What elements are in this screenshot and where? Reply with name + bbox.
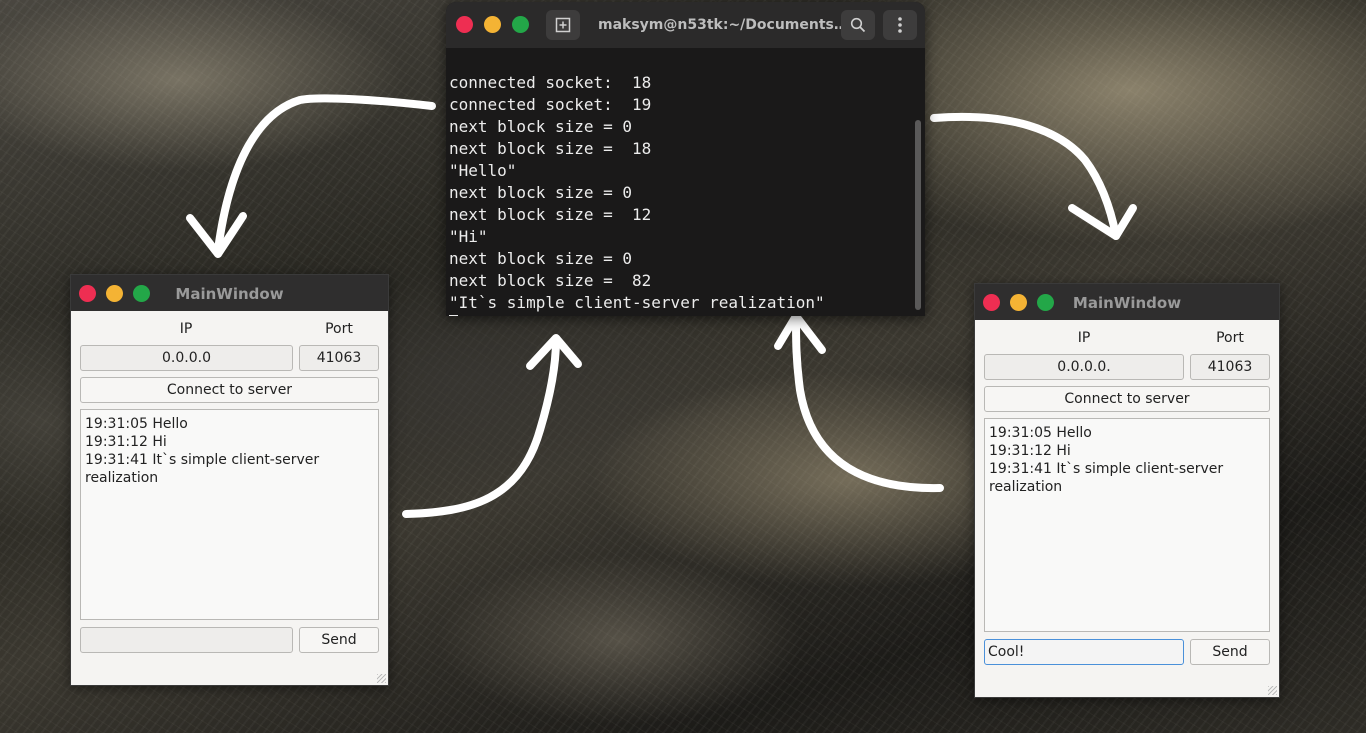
arrow-terminal-to-left	[214, 94, 436, 254]
arrowhead-right	[1068, 204, 1137, 240]
terminal-line: connected socket: 19	[449, 95, 652, 114]
new-tab-icon	[555, 17, 571, 33]
message-item: 19:31:05 Hello	[989, 425, 1092, 441]
connect-button[interactable]: Connect to server	[984, 386, 1270, 412]
port-field[interactable]: 41063	[299, 345, 379, 371]
ip-label: IP	[1077, 330, 1091, 346]
message-log[interactable]: 19:31:05 Hello 19:31:12 Hi 19:31:41 It`s…	[80, 409, 379, 620]
send-button[interactable]: Send	[1190, 639, 1270, 665]
close-button[interactable]	[456, 16, 473, 33]
message-item: 19:31:41 It`s simple client-server reali…	[85, 452, 320, 486]
terminal-line: next block size = 82	[449, 271, 652, 290]
arrowhead-terminal-bottom-right	[774, 312, 826, 354]
terminal-line: "It`s simple client-server realization"	[449, 293, 825, 312]
terminal-line: "Hello"	[449, 161, 517, 180]
maximize-button[interactable]	[512, 16, 529, 33]
arrow-right-to-terminal	[792, 314, 944, 493]
message-item: 19:31:12 Hi	[85, 434, 167, 450]
arrow-terminal-to-right	[930, 112, 1120, 240]
message-log[interactable]: 19:31:05 Hello 19:31:12 Hi 19:31:41 It`s…	[984, 418, 1270, 632]
kebab-menu-icon	[898, 17, 902, 33]
terminal-output[interactable]: connected socket: 18 connected socket: 19…	[446, 48, 925, 316]
message-item: 19:31:12 Hi	[989, 443, 1071, 459]
port-field[interactable]: 41063	[1190, 354, 1270, 380]
terminal-line: next block size = 0	[449, 117, 633, 136]
terminal-line: next block size = 0	[449, 249, 633, 268]
port-label: Port	[1216, 330, 1244, 346]
new-tab-button[interactable]	[546, 10, 580, 40]
terminal-window[interactable]: maksym@n53tk:~/Documents… connected sock…	[446, 2, 925, 316]
ip-field[interactable]: 0.0.0.0.	[984, 354, 1184, 380]
minimize-button[interactable]	[484, 16, 501, 33]
message-input[interactable]	[80, 627, 293, 653]
send-button[interactable]: Send	[299, 627, 379, 653]
message-item: 19:31:41 It`s simple client-server reali…	[989, 461, 1224, 495]
message-input[interactable]: Cool!	[984, 639, 1184, 665]
ip-field[interactable]: 0.0.0.0	[80, 345, 293, 371]
port-label: Port	[325, 321, 353, 337]
terminal-scrollbar[interactable]	[915, 120, 921, 310]
connect-button[interactable]: Connect to server	[80, 377, 379, 403]
search-button[interactable]	[841, 10, 875, 40]
left-window-titlebar[interactable]: MainWindow	[71, 275, 388, 311]
arrowhead-terminal-bottom	[526, 334, 582, 370]
right-client-window[interactable]: MainWindow IP Port 0.0.0.0. 41063 Connec…	[974, 283, 1280, 698]
terminal-title: maksym@n53tk:~/Documents…	[598, 17, 848, 33]
resize-grip[interactable]	[377, 674, 386, 683]
resize-grip[interactable]	[1268, 686, 1277, 695]
terminal-line: next block size = 0	[449, 183, 633, 202]
terminal-line: "Hi"	[449, 227, 488, 246]
window-title: MainWindow	[1072, 294, 1182, 312]
left-client-window[interactable]: MainWindow IP Port 0.0.0.0 41063 Connect…	[70, 274, 389, 686]
terminal-line: connected socket: 18	[449, 73, 652, 92]
arrow-left-to-terminal	[402, 336, 560, 518]
terminal-titlebar[interactable]: maksym@n53tk:~/Documents…	[446, 2, 925, 48]
terminal-line: next block size = 18	[449, 139, 652, 158]
right-window-titlebar[interactable]: MainWindow	[975, 284, 1279, 320]
search-icon	[850, 17, 866, 33]
menu-button[interactable]	[883, 10, 917, 40]
terminal-cursor	[449, 315, 458, 316]
arrowhead-left	[186, 212, 247, 258]
ip-label: IP	[179, 321, 193, 337]
terminal-line: next block size = 12	[449, 205, 652, 224]
message-item: 19:31:05 Hello	[85, 416, 188, 432]
window-title: MainWindow	[175, 285, 284, 303]
